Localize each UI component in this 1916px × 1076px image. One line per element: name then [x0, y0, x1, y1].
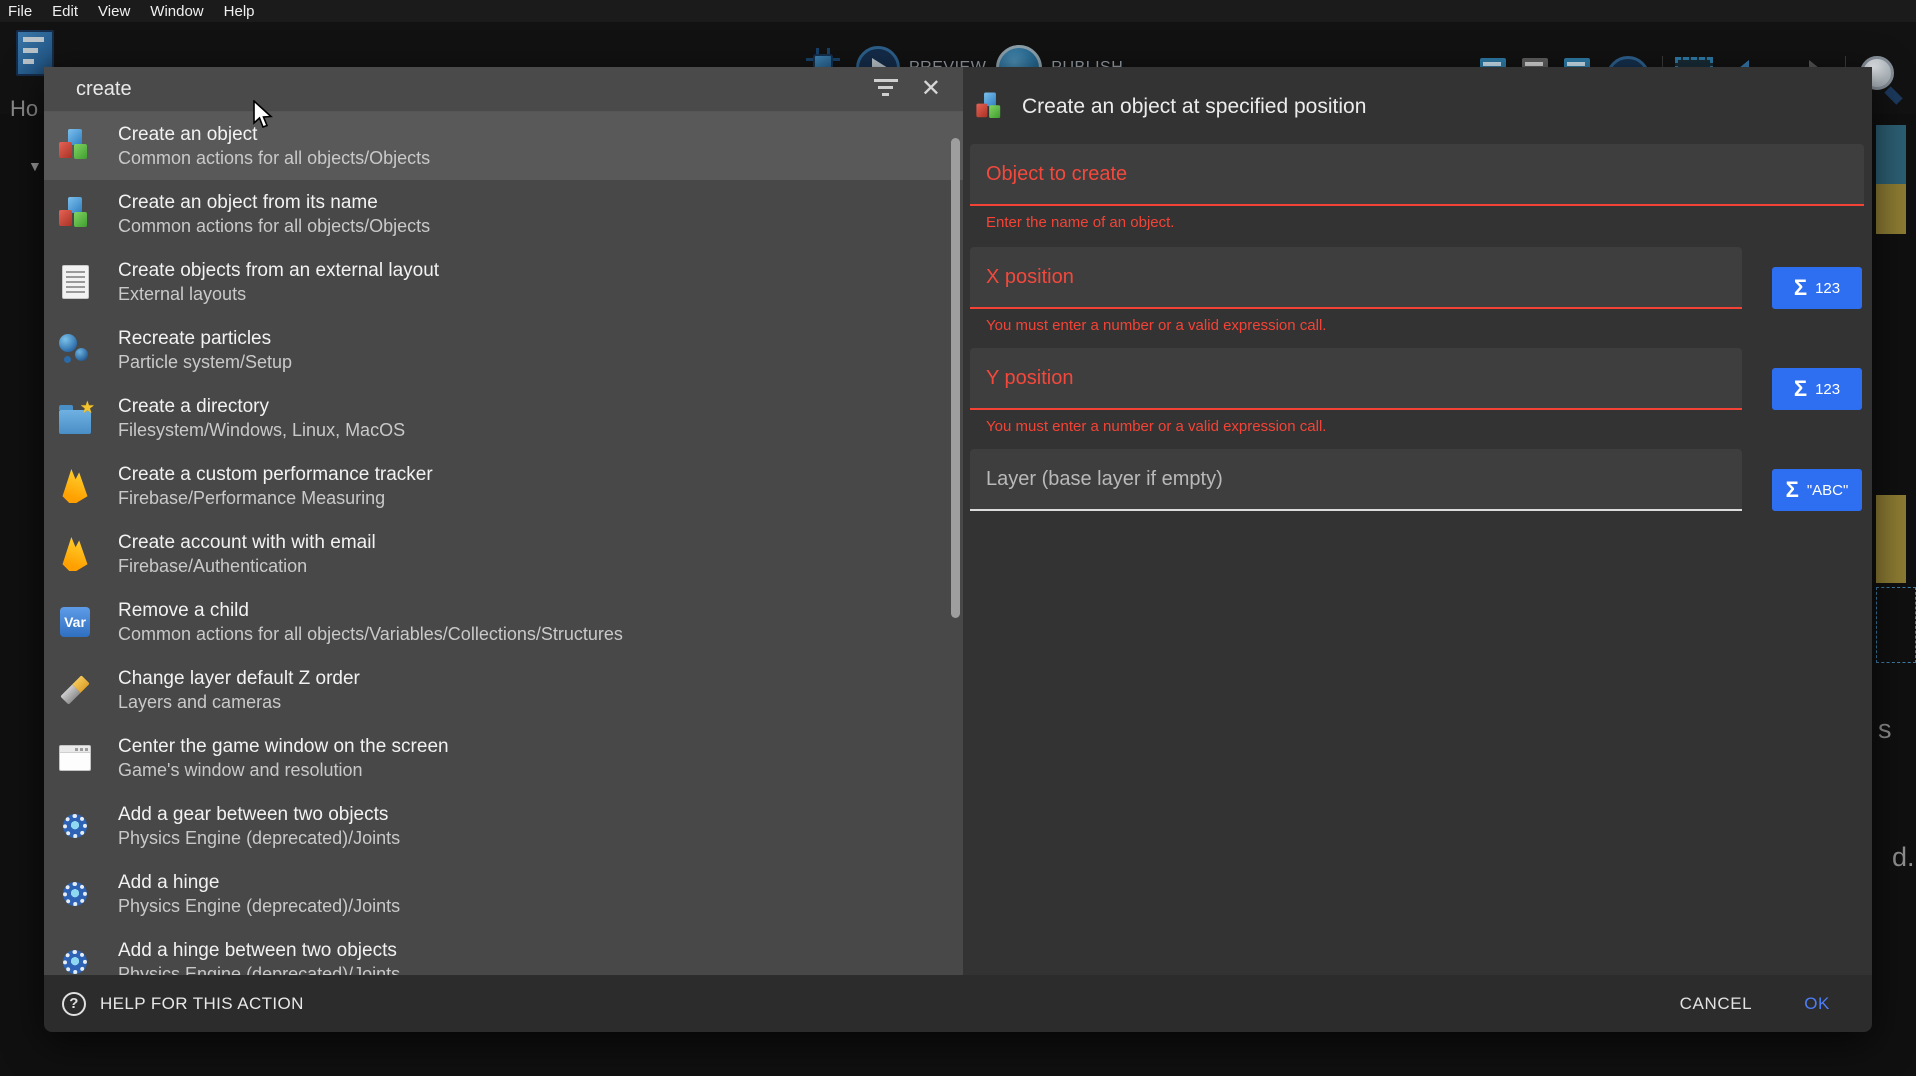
action-result-row[interactable]: Add a hinge between two objectsPhysics E… [44, 928, 963, 975]
instruction-editor-dialog: ✕ Create an objectCommon actions for all… [44, 67, 1872, 1032]
action-result-row[interactable]: ★ Create a directoryFilesystem/Windows, L… [44, 384, 963, 452]
search-bar: ✕ [44, 67, 963, 112]
search-input[interactable] [76, 78, 873, 101]
window-icon [58, 738, 92, 778]
object-to-create-field[interactable]: Object to create [970, 144, 1864, 206]
dialog-footer: ? HELP FOR THIS ACTION CANCEL OK [44, 975, 1872, 1032]
action-result-subtitle: Firebase/Performance Measuring [118, 487, 433, 510]
y-position-error: You must enter a number or a valid expre… [986, 418, 1864, 435]
expression-builder-button-layer[interactable]: Σ "ABC" [1772, 469, 1862, 511]
objects-cubes-icon [976, 93, 1003, 122]
action-result-subtitle: Layers and cameras [118, 691, 360, 714]
menu-item-edit[interactable]: Edit [52, 3, 78, 20]
action-result-subtitle: Common actions for all objects/Variables… [118, 623, 623, 646]
bg-text-fragment: d... [1892, 842, 1916, 873]
action-search-pane: ✕ Create an objectCommon actions for all… [44, 67, 963, 975]
bg-teal-block [1876, 125, 1906, 184]
action-result-subtitle: Physics Engine (deprecated)/Joints [118, 963, 400, 976]
action-result-title: Change layer default Z order [118, 667, 360, 691]
action-result-title: Center the game window on the screen [118, 735, 449, 759]
menu-item-view[interactable]: View [98, 3, 130, 20]
action-results-list: Create an objectCommon actions for all o… [44, 112, 963, 975]
sigma-icon: Σ [1786, 477, 1799, 503]
bg-olive-block [1876, 184, 1906, 234]
action-result-title: Create objects from an external layout [118, 259, 439, 283]
action-title: Create an object at specified position [1022, 95, 1366, 119]
action-result-subtitle: Particle system/Setup [118, 351, 292, 374]
objects-cubes-icon [58, 126, 92, 166]
external-layout-icon [58, 262, 92, 302]
variable-badge-icon: Var [58, 602, 92, 642]
home-tab-fragment: Ho [10, 96, 38, 122]
folder-star-icon: ★ [58, 398, 92, 438]
sigma-icon: Σ [1794, 275, 1807, 301]
action-result-row[interactable]: Add a hingePhysics Engine (deprecated)/J… [44, 860, 963, 928]
action-result-title: Create account with with email [118, 531, 376, 555]
cancel-button[interactable]: CANCEL [1680, 994, 1753, 1014]
physics-gear-icon [58, 806, 92, 846]
ok-button[interactable]: OK [1804, 994, 1830, 1014]
x-position-error: You must enter a number or a valid expre… [986, 317, 1864, 334]
action-result-title: Create an object from its name [118, 191, 430, 215]
firebase-flame-icon [58, 466, 92, 506]
layer-field[interactable]: Layer (base layer if empty) [970, 449, 1742, 511]
help-icon: ? [62, 992, 86, 1016]
chevron-down-icon[interactable]: ▼ [28, 158, 42, 174]
action-result-title: Add a hinge [118, 871, 400, 895]
action-result-title: Create a custom performance tracker [118, 463, 433, 487]
x-position-field[interactable]: X position [970, 247, 1742, 309]
filter-icon[interactable] [873, 79, 899, 100]
firebase-flame-icon [58, 534, 92, 574]
menu-bar: File Edit View Window Help [0, 0, 1916, 22]
eraser-icon [58, 670, 92, 710]
action-detail-pane: Create an object at specified position O… [963, 67, 1872, 975]
physics-gear-icon [58, 874, 92, 914]
action-result-row[interactable]: Create an object from its nameCommon act… [44, 180, 963, 248]
action-result-row[interactable]: Recreate particlesParticle system/Setup [44, 316, 963, 384]
action-result-subtitle: Filesystem/Windows, Linux, MacOS [118, 419, 405, 442]
expression-builder-button-x[interactable]: Σ 123 [1772, 267, 1862, 309]
close-icon[interactable]: ✕ [921, 77, 941, 101]
physics-gear-icon [58, 942, 92, 975]
bg-selection-dashed-box [1876, 587, 1916, 663]
action-result-row[interactable]: Create a custom performance trackerFireb… [44, 452, 963, 520]
menu-item-help[interactable]: Help [224, 3, 255, 20]
mouse-cursor [252, 100, 276, 130]
action-result-row[interactable]: Center the game window on the screenGame… [44, 724, 963, 792]
action-result-subtitle: Common actions for all objects/Objects [118, 147, 430, 170]
action-result-subtitle: Physics Engine (deprecated)/Joints [118, 895, 400, 918]
action-result-row[interactable]: Create an objectCommon actions for all o… [44, 112, 963, 180]
menu-item-window[interactable]: Window [150, 3, 203, 20]
action-result-subtitle: Firebase/Authentication [118, 555, 376, 578]
gdevelop-window: FileEditViewWindowHelp PREVIEW PUBLISH [0, 0, 1916, 1076]
action-result-subtitle: Common actions for all objects/Objects [118, 215, 430, 238]
action-result-row[interactable]: Change layer default Z orderLayers and c… [44, 656, 963, 724]
action-result-title: Add a gear between two objects [118, 803, 400, 827]
bg-text-fragment: s [1878, 714, 1892, 745]
action-result-subtitle: Physics Engine (deprecated)/Joints [118, 827, 400, 850]
sigma-icon: Σ [1794, 376, 1807, 402]
bg-olive-block [1876, 495, 1906, 583]
action-result-title: Recreate particles [118, 327, 292, 351]
menu-item-file[interactable]: File [8, 3, 32, 20]
action-result-row[interactable]: Var Remove a childCommon actions for all … [44, 588, 963, 656]
action-result-row[interactable]: Create objects from an external layoutEx… [44, 248, 963, 316]
action-result-subtitle: Game's window and resolution [118, 759, 449, 782]
action-result-title: Create a directory [118, 395, 405, 419]
action-result-row[interactable]: Add a gear between two objectsPhysics En… [44, 792, 963, 860]
expression-builder-button-y[interactable]: Σ 123 [1772, 368, 1862, 410]
particles-icon [58, 330, 92, 370]
action-result-title: Add a hinge between two objects [118, 939, 400, 963]
action-result-title: Remove a child [118, 599, 623, 623]
object-field-helper: Enter the name of an object. [986, 214, 1864, 231]
help-for-this-action-button[interactable]: ? HELP FOR THIS ACTION [62, 992, 304, 1016]
y-position-field[interactable]: Y position [970, 348, 1742, 410]
action-result-subtitle: External layouts [118, 283, 439, 306]
action-result-row[interactable]: Create account with with emailFirebase/A… [44, 520, 963, 588]
objects-cubes-icon [58, 194, 92, 234]
results-scrollbar[interactable] [951, 138, 960, 618]
